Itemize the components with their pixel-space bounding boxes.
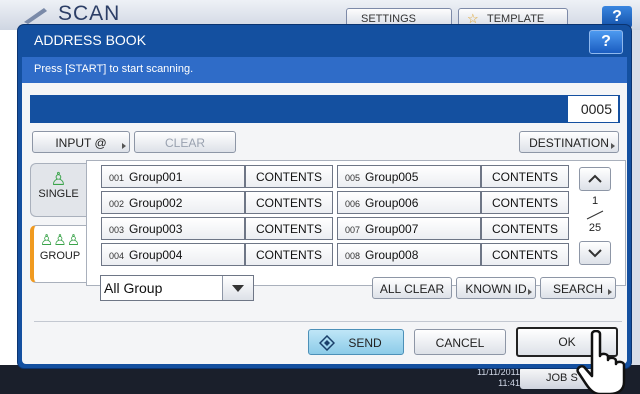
contents-button[interactable]: CONTENTS [245,191,333,214]
contents-button[interactable]: CONTENTS [481,243,569,266]
search-label: SEARCH [552,282,603,296]
dropdown-arrow-icon [232,285,244,292]
group-name: Group002 [129,196,183,210]
group-number: 004 [109,251,125,261]
group-entry[interactable]: 003 Group003 [101,217,245,240]
contents-button[interactable]: CONTENTS [245,217,333,240]
tab-single-label: SINGLE [38,188,79,200]
scroll-up-button[interactable] [579,167,611,191]
dropdown-button[interactable] [222,276,253,300]
message-text: Press [START] to start scanning. [34,63,194,75]
search-button[interactable]: SEARCH [540,277,616,299]
known-id-button[interactable]: KNOWN ID [456,277,536,299]
tab-single[interactable]: ♙ SINGLE [30,163,86,217]
destination-count: 0005 [568,96,618,122]
contents-button[interactable]: CONTENTS [245,165,333,188]
tab-group-label: GROUP [39,250,81,262]
group-number: 001 [109,173,125,183]
group-name: Group003 [129,222,183,236]
page-current: 1 [591,195,599,207]
group-name: Group007 [365,222,419,236]
group-name: Group006 [365,196,419,210]
destination-button[interactable]: DESTINATION [519,131,619,153]
group-name: Group005 [365,170,419,184]
contents-button[interactable]: CONTENTS [481,191,569,214]
contents-button[interactable]: CONTENTS [245,243,333,266]
template-label: TEMPLATE [487,13,545,25]
destination-count-bar: 0005 [30,95,620,123]
group-number: 008 [345,251,361,261]
time-text: 11:41 [498,378,520,388]
group-entry[interactable]: 006 Group006 [337,191,481,214]
scroll-down-button[interactable] [579,241,611,265]
dialog-title: ADDRESS BOOK [34,32,147,48]
all-clear-button[interactable]: ALL CLEAR [372,277,452,299]
group-entry[interactable]: 005 Group005 [337,165,481,188]
group-number: 002 [109,199,125,209]
single-user-icon: ♙ [50,169,67,189]
group-number: 003 [109,225,125,235]
contents-button[interactable]: CONTENTS [481,217,569,240]
clear-button[interactable]: CLEAR [134,131,236,153]
input-email-button[interactable]: INPUT @ [32,131,130,153]
group-entry[interactable]: 004 Group004 [101,243,245,266]
dialog-help-button[interactable]: ? [589,30,623,54]
group-list: 001 Group001 CONTENTS 002 Group002 CONTENT… [86,160,626,286]
group-number: 005 [345,173,361,183]
known-id-label: KNOWN ID [465,282,527,296]
tab-group[interactable]: ♙♙♙ GROUP [30,225,86,283]
contents-button[interactable]: CONTENTS [481,165,569,188]
arrow-icon [122,143,126,149]
arrow-icon [608,289,612,295]
address-book-dialog: ADDRESS BOOK ? Press [START] to start sc… [18,25,631,368]
background-edge [632,30,640,365]
chevron-down-icon [588,249,602,258]
cancel-button[interactable]: CANCEL [414,329,506,355]
group-number: 007 [345,225,361,235]
group-users-icon: ♙♙♙ [39,232,81,249]
group-entry[interactable]: 007 Group007 [337,217,481,240]
destination-label: DESTINATION [529,136,609,150]
group-filter-select[interactable]: All Group [100,275,254,301]
arrow-icon [528,289,532,295]
input-email-label: INPUT @ [55,136,107,150]
page-total: 25 [588,222,602,234]
group-name: Group004 [129,248,183,262]
send-diamond-icon [319,335,335,351]
group-entry[interactable]: 001 Group001 [101,165,245,188]
arrow-icon [611,143,615,149]
page-separator [586,210,604,220]
hand-pointer-icon [576,330,626,394]
group-filter-value: All Group [104,280,163,296]
group-entry[interactable]: 008 Group008 [337,243,481,266]
chevron-up-icon [588,174,602,183]
dialog-body: 0005 INPUT @ CLEAR DESTINATION ♙ SINGLE … [22,83,627,364]
group-name: Group008 [365,248,419,262]
screen-title: SCAN [58,2,121,25]
send-button[interactable]: SEND [308,329,404,355]
scan-icon [24,8,47,24]
divider [34,321,622,322]
message-bar: Press [START] to start scanning. [22,57,627,83]
date-text: 11/11/2011 [476,367,520,377]
send-label: SEND [348,336,382,350]
group-number: 006 [345,199,361,209]
date-time: 11/11/2011 11:41 [460,367,520,389]
group-name: Group001 [129,170,183,184]
group-entry[interactable]: 002 Group002 [101,191,245,214]
